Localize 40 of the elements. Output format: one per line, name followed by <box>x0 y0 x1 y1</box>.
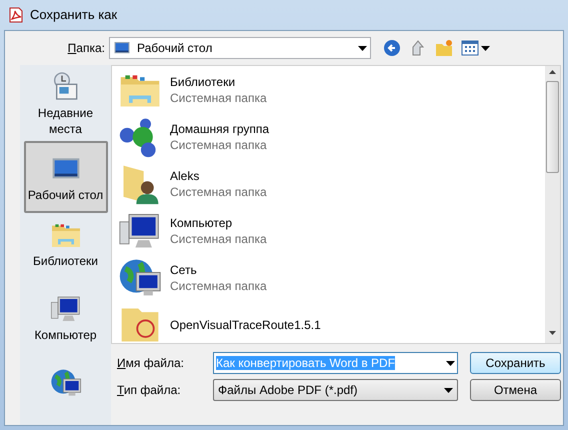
file-list-item[interactable]: Домашняя группа Системная папка <box>118 115 545 159</box>
item-name: Aleks <box>170 168 200 184</box>
sidebar-item[interactable]: Рабочий стол <box>24 141 108 213</box>
item-name: Домашняя группа <box>170 121 270 137</box>
file-list-item[interactable]: OpenVisualTraceRoute1.5.1 <box>118 303 545 343</box>
scroll-down-arrow-icon[interactable] <box>549 331 556 335</box>
window-title: Сохранить как <box>30 6 118 24</box>
cancel-button[interactable]: Отмена <box>470 379 561 401</box>
item-type: Системная папка <box>170 231 267 247</box>
sidebar-item[interactable]: Библиотеки <box>24 215 108 287</box>
folder-label: Папка: <box>68 40 105 57</box>
sidebar-item[interactable]: Недавние места <box>24 67 108 139</box>
caret-icon <box>358 46 367 50</box>
file-list-item[interactable]: Библиотеки Системная папка <box>118 68 545 112</box>
folder-dropdown[interactable]: Рабочий стол <box>109 37 371 59</box>
sidebar-item[interactable]: Компьютер <box>24 289 108 361</box>
scroll-up-arrow-icon[interactable] <box>549 70 556 74</box>
scroll-thumb[interactable] <box>546 81 559 173</box>
item-name: Сеть <box>170 262 198 278</box>
caret-icon <box>444 388 453 392</box>
file-type-label: Тип файла: <box>117 382 182 399</box>
pdf-document-icon <box>8 7 24 23</box>
item-type: Системная папка <box>170 184 267 200</box>
item-type: Системная папка <box>170 137 268 153</box>
caret-icon <box>446 360 455 366</box>
item-name: Компьютер <box>170 215 234 231</box>
file-list-item[interactable]: Сеть Системная папка <box>118 256 545 300</box>
save-button[interactable]: Сохранить <box>470 352 561 374</box>
item-name: OpenVisualTraceRoute1.5.1 <box>170 317 321 333</box>
grid-view-icon <box>461 40 479 56</box>
scrollbar[interactable] <box>545 66 560 343</box>
view-menu-button[interactable] <box>461 40 490 56</box>
item-type: Системная папка <box>170 90 267 106</box>
file-list-item[interactable]: Aleks Системная папка <box>118 162 545 206</box>
file-list-item[interactable]: Компьютер Системная папка <box>118 209 545 253</box>
file-name-label: Имя файла: <box>117 355 185 372</box>
item-name: Библиотеки <box>170 74 236 90</box>
file-type-dropdown[interactable]: Файлы Adobe PDF (*.pdf) <box>213 379 458 401</box>
item-type: Системная папка <box>170 278 267 294</box>
caret-icon <box>481 46 490 50</box>
